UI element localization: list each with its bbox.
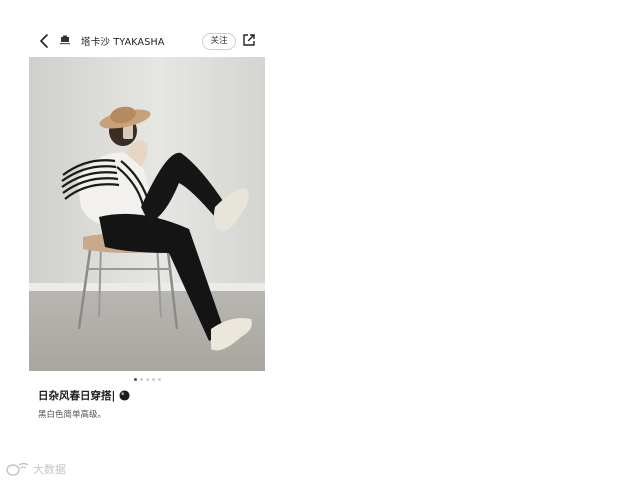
post-photo[interactable] [29, 57, 265, 371]
carousel-dot[interactable] [146, 378, 149, 381]
watermark: 大数据 [6, 460, 66, 478]
post-title: 日杂风春日穿搭| [38, 390, 116, 402]
carousel-dot[interactable] [134, 378, 137, 381]
carousel-dots[interactable] [134, 378, 161, 382]
follow-button[interactable]: 关注 [202, 33, 236, 50]
brand-logo-icon[interactable] [58, 33, 72, 47]
post-title-row: 日杂风春日穿搭| [38, 388, 130, 403]
carousel-dot[interactable] [158, 378, 161, 381]
share-icon[interactable] [242, 33, 256, 47]
carousel-dot[interactable] [152, 378, 155, 381]
post-header: 塔卡沙 TYAKASHA 关注 [28, 28, 266, 54]
brand-name[interactable]: 塔卡沙 TYAKASHA [81, 34, 165, 48]
carousel-dot[interactable] [140, 378, 143, 381]
post-description: 黑白色简单高级。 [38, 410, 107, 420]
watermark-logo [6, 462, 29, 476]
photo-illustration [29, 57, 265, 371]
chevron-left-icon[interactable] [36, 32, 52, 50]
watermark-text: 大数据 [33, 463, 66, 476]
black-ball-icon [119, 390, 130, 401]
